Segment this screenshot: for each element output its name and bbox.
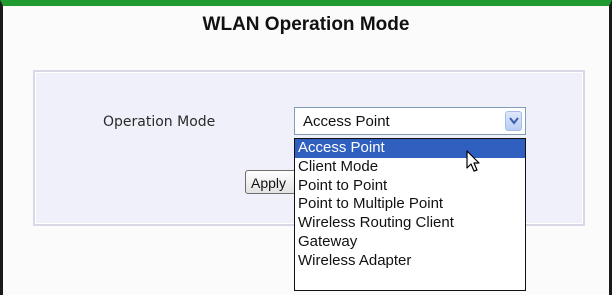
dropdown-option-wireless-adapter[interactable]: Wireless Adapter — [295, 252, 525, 271]
operation-mode-select[interactable]: Access Point — [294, 107, 526, 135]
dropdown-option-wireless-routing-client[interactable]: Wireless Routing Client — [295, 214, 525, 233]
dropdown-option-client-mode[interactable]: Client Mode — [295, 158, 525, 177]
operation-mode-selected-value: Access Point — [303, 113, 390, 130]
chevron-down-icon[interactable] — [505, 111, 522, 131]
operation-mode-label: Operation Mode — [103, 114, 216, 130]
apply-button[interactable]: Apply — [245, 170, 300, 194]
dropdown-option-gateway[interactable]: Gateway — [295, 233, 525, 252]
dropdown-option-point-to-multiple-point[interactable]: Point to Multiple Point — [295, 195, 525, 214]
operation-mode-dropdown-list: Access Point Client Mode Point to Point … — [294, 138, 526, 291]
page-title: WLAN Operation Mode — [202, 14, 410, 35]
dropdown-option-point-to-point[interactable]: Point to Point — [295, 177, 525, 196]
dropdown-option-access-point[interactable]: Access Point — [295, 139, 525, 158]
mouse-pointer-icon — [466, 150, 482, 179]
